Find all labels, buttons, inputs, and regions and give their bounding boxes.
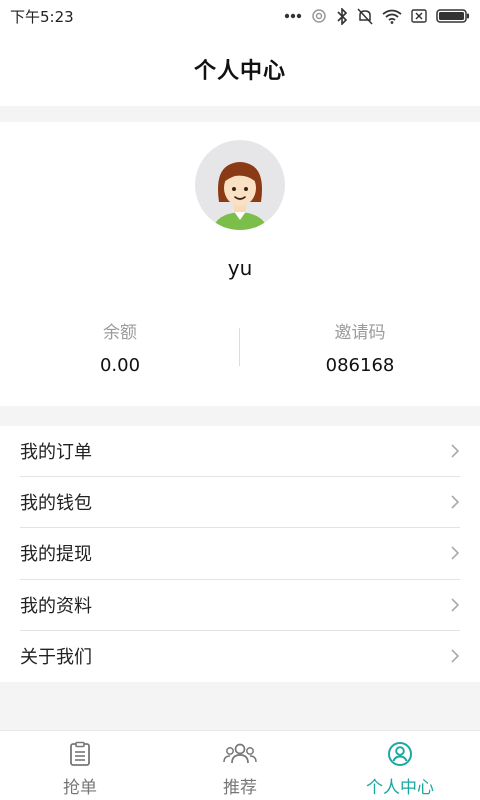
profile-card: yu 余额 0.00 邀请码 086168 bbox=[0, 122, 480, 406]
page-title: 个人中心 bbox=[193, 59, 286, 84]
avatar[interactable] bbox=[195, 140, 285, 230]
stats-row: 余额 0.00 邀请码 086168 bbox=[0, 318, 480, 378]
menu-item-label: 我的提现 bbox=[20, 544, 92, 566]
tab-personal-center[interactable]: 个人中心 bbox=[320, 731, 480, 800]
battery-icon bbox=[436, 9, 469, 23]
wifi-icon bbox=[382, 9, 402, 24]
menu-item-label: 我的钱包 bbox=[20, 493, 92, 515]
menu-list: 我的订单 我的钱包 我的提现 我的资料 关于我们 bbox=[0, 426, 480, 682]
chevron-right-icon bbox=[451, 444, 460, 458]
chevron-right-icon bbox=[451, 495, 460, 509]
menu-item-label: 我的订单 bbox=[20, 442, 92, 464]
menu-item-label: 关于我们 bbox=[20, 647, 92, 669]
menu-item-wallet[interactable]: 我的钱包 bbox=[20, 477, 460, 529]
invite-code-value: 086168 bbox=[325, 355, 395, 376]
hotspot-icon bbox=[312, 9, 326, 23]
menu-item-about-us[interactable]: 关于我们 bbox=[20, 631, 460, 682]
tab-label: 个人中心 bbox=[366, 778, 434, 798]
chevron-right-icon bbox=[451, 649, 460, 663]
tab-recommend[interactable]: 推荐 bbox=[160, 731, 320, 800]
menu-item-withdrawals[interactable]: 我的提现 bbox=[20, 528, 460, 580]
menu-item-profile-info[interactable]: 我的资料 bbox=[20, 580, 460, 631]
user-circle-icon bbox=[388, 742, 412, 766]
status-icons bbox=[284, 7, 470, 25]
no-sim-icon bbox=[411, 9, 427, 23]
menu-item-orders[interactable]: 我的订单 bbox=[20, 426, 460, 478]
username: yu bbox=[227, 256, 253, 280]
invite-code-stat[interactable]: 邀请码 086168 bbox=[240, 318, 480, 376]
tab-grab-orders[interactable]: 抢单 bbox=[0, 731, 160, 800]
bluetooth-icon bbox=[337, 7, 348, 25]
page-header: 个人中心 bbox=[0, 32, 480, 106]
balance-stat[interactable]: 余额 0.00 bbox=[0, 318, 240, 376]
balance-label: 余额 bbox=[103, 323, 137, 343]
tab-label: 抢单 bbox=[63, 778, 97, 798]
status-bar: 下午5:23 bbox=[0, 0, 480, 32]
chevron-right-icon bbox=[451, 546, 460, 561]
tab-label: 推荐 bbox=[223, 778, 257, 798]
more-dots-icon bbox=[284, 13, 302, 19]
bottom-tab-bar: 抢单 推荐 个人中心 bbox=[0, 730, 480, 800]
invite-code-label: 邀请码 bbox=[334, 323, 386, 343]
status-time: 下午5:23 bbox=[10, 7, 74, 26]
balance-value: 0.00 bbox=[99, 355, 141, 376]
chevron-right-icon bbox=[451, 598, 460, 612]
group-icon bbox=[223, 743, 257, 764]
clipboard-list-icon bbox=[70, 741, 90, 766]
mute-bell-icon bbox=[357, 7, 373, 25]
avatar-girl-icon bbox=[213, 162, 267, 230]
menu-item-label: 我的资料 bbox=[20, 595, 92, 617]
